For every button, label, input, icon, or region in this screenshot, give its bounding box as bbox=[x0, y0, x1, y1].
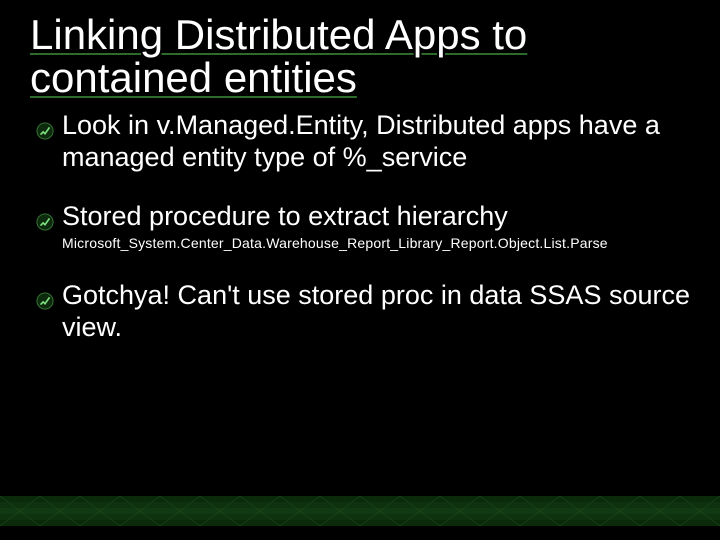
bullet-icon bbox=[36, 116, 54, 148]
slide-title: Linking Distributed Apps to contained en… bbox=[30, 14, 690, 100]
bullet-text: Gotchya! Can't use stored proc in data S… bbox=[62, 280, 690, 342]
bullet-item: Gotchya! Can't use stored proc in data S… bbox=[30, 280, 690, 344]
slide: Linking Distributed Apps to contained en… bbox=[0, 0, 720, 540]
bullet-icon bbox=[36, 207, 54, 239]
bullet-text: Stored procedure to extract hierarchy bbox=[62, 201, 508, 231]
bullet-item: Stored procedure to extract hierarchy Mi… bbox=[30, 201, 690, 252]
bullet-icon bbox=[36, 286, 54, 318]
bullet-subtext: Microsoft_System.Center_Data.Warehouse_R… bbox=[62, 235, 690, 252]
bullet-item: Look in v.Managed.Entity, Distributed ap… bbox=[30, 110, 690, 174]
bullet-list: Look in v.Managed.Entity, Distributed ap… bbox=[30, 110, 690, 344]
bullet-text: Look in v.Managed.Entity, Distributed ap… bbox=[62, 110, 660, 172]
footer-decoration bbox=[0, 496, 720, 540]
